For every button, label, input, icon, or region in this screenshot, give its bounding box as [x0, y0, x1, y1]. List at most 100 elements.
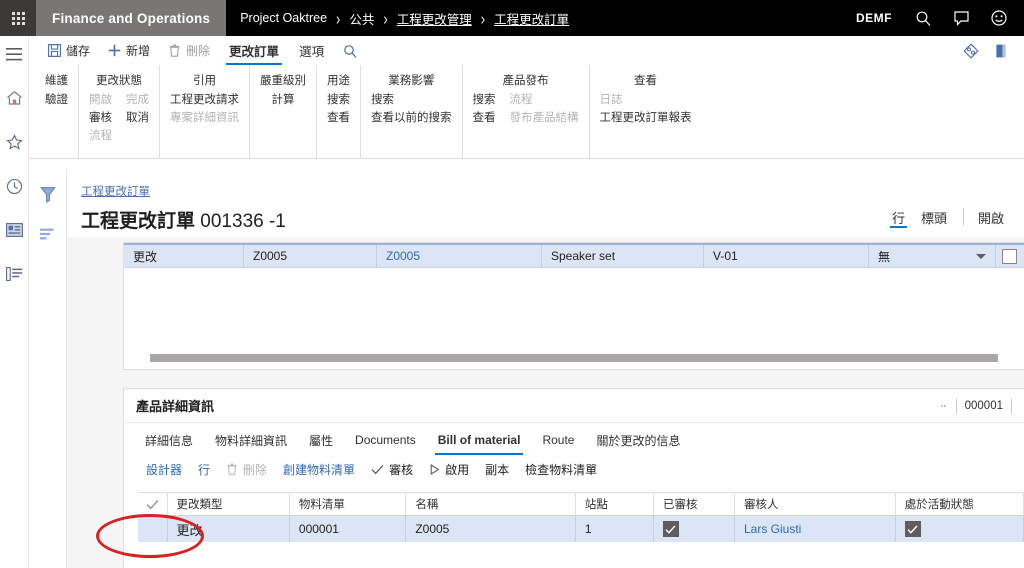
- action-approve[interactable]: 審核: [89, 111, 112, 126]
- row-checkbox-cell[interactable]: [996, 245, 1022, 267]
- modules-list-icon[interactable]: [0, 256, 29, 292]
- action-usage-search[interactable]: 搜索: [327, 93, 350, 108]
- active-checkbox[interactable]: [904, 521, 921, 537]
- select-all-checkbox[interactable]: [138, 493, 168, 515]
- record-nav-dash[interactable]: ··: [930, 400, 956, 412]
- action-usage-view[interactable]: 查看: [327, 111, 350, 126]
- action-impact-search[interactable]: 搜索: [371, 93, 452, 108]
- column-header-bom[interactable]: 物料清單: [290, 493, 407, 515]
- column-header-site[interactable]: 站點: [576, 493, 654, 515]
- action-release-workflow[interactable]: 流程: [510, 93, 579, 108]
- tab-bill-of-material[interactable]: Bill of material: [427, 425, 532, 455]
- action-pane-search-icon[interactable]: [334, 36, 366, 65]
- attachment-icon[interactable]: [988, 38, 1014, 64]
- cell-change-type[interactable]: 更改: [168, 516, 290, 542]
- search-icon[interactable]: [904, 0, 942, 36]
- filter-funnel-icon[interactable]: [35, 182, 61, 206]
- tab-change-order[interactable]: 更改訂單: [219, 36, 289, 65]
- action-release-search[interactable]: 搜索: [473, 93, 496, 108]
- page-breadcrumb-link[interactable]: 工程更改訂單: [81, 183, 150, 199]
- app-launcher-icon[interactable]: [0, 0, 36, 36]
- personalize-icon[interactable]: [958, 38, 984, 64]
- product-details-header: 產品詳細資訊 ·· 000001: [124, 389, 1024, 423]
- action-complete[interactable]: 完成: [126, 93, 149, 108]
- column-header-change-type[interactable]: 更改類型: [168, 493, 290, 515]
- cell-active[interactable]: [896, 516, 1024, 542]
- chevron-down-icon[interactable]: [976, 253, 986, 259]
- recent-clock-icon[interactable]: [0, 168, 29, 204]
- column-header-approved[interactable]: 已審核: [654, 493, 735, 515]
- new-button[interactable]: 新增: [99, 36, 159, 65]
- delete-button[interactable]: 刪除: [159, 36, 219, 65]
- column-header-name[interactable]: 名稱: [406, 493, 576, 515]
- cell-name[interactable]: Z0005: [406, 516, 576, 542]
- breadcrumb-item-1[interactable]: 公共: [349, 9, 374, 28]
- app-title[interactable]: Finance and Operations: [36, 0, 227, 36]
- action-eco-report[interactable]: 工程更改訂單報表: [600, 111, 692, 126]
- help-icon[interactable]: [980, 0, 1018, 36]
- cell-approved[interactable]: [654, 516, 735, 542]
- action-release-product-structure[interactable]: 發布產品結構: [510, 111, 579, 126]
- table-row[interactable]: 更改 000001 Z0005 1 Lars Giusti: [138, 516, 1024, 542]
- delete-bom-button[interactable]: 刪除: [218, 461, 275, 478]
- horizontal-scrollbar[interactable]: [124, 354, 1024, 363]
- home-icon[interactable]: [0, 80, 29, 116]
- workspaces-icon[interactable]: [0, 212, 29, 248]
- check-bom-button[interactable]: 檢查物料清單: [517, 461, 605, 478]
- tab-change-info[interactable]: 關於更改的信息: [585, 425, 691, 455]
- scrollbar-thumb[interactable]: [150, 354, 998, 362]
- breadcrumb-item-2[interactable]: 工程更改管理: [397, 9, 472, 28]
- company-indicator[interactable]: DEMF: [844, 11, 904, 25]
- action-log[interactable]: 日誌: [600, 93, 692, 108]
- column-header-active[interactable]: 處於活動狀態: [896, 493, 1024, 515]
- save-button[interactable]: 儲存: [39, 36, 99, 65]
- approve-bom-label: 審核: [389, 462, 414, 477]
- approve-bom-button[interactable]: 審核: [363, 461, 421, 478]
- tab-route[interactable]: Route: [531, 425, 585, 455]
- activate-bom-button[interactable]: 啟用: [421, 461, 477, 478]
- cell-version[interactable]: V-01: [704, 245, 869, 267]
- create-bom-button[interactable]: 創建物料清單: [275, 461, 363, 478]
- action-release-view[interactable]: 查看: [473, 111, 496, 126]
- designer-button[interactable]: 設計器: [138, 461, 190, 478]
- action-validate[interactable]: 驗證: [45, 93, 68, 108]
- feedback-icon[interactable]: [942, 0, 980, 36]
- cell-approved-by[interactable]: Lars Giusti: [735, 516, 896, 542]
- action-engineering-change-request[interactable]: 工程更改請求: [170, 93, 239, 108]
- tab-documents[interactable]: Documents: [344, 425, 427, 455]
- row-checkbox[interactable]: [1001, 248, 1017, 264]
- view-tab-header[interactable]: 標頭: [913, 206, 955, 228]
- cell-col2[interactable]: Z0005: [244, 245, 377, 267]
- breadcrumb-item-0[interactable]: Project Oaktree: [240, 11, 327, 25]
- scrollbar-track[interactable]: [150, 354, 998, 362]
- tab-material-details[interactable]: 物料詳細資訊: [204, 425, 298, 455]
- action-project-details[interactable]: 專案詳細資訊: [170, 111, 239, 126]
- hamburger-menu-icon[interactable]: [0, 36, 29, 72]
- view-options-icon[interactable]: [35, 222, 61, 246]
- cell-bom[interactable]: 000001: [290, 516, 407, 542]
- cell-name[interactable]: Speaker set: [542, 245, 704, 267]
- action-open[interactable]: 開啟: [89, 93, 112, 108]
- action-pane-right-icons: [958, 38, 1024, 64]
- table-row[interactable]: 更改 Z0005 Z0005 Speaker set V-01 無: [124, 243, 1024, 268]
- breadcrumb-item-3[interactable]: 工程更改訂單: [494, 9, 569, 28]
- cell-change-type[interactable]: 更改: [124, 245, 244, 267]
- copy-bom-button[interactable]: 副本: [477, 461, 517, 478]
- action-calculate[interactable]: 計算: [272, 93, 295, 108]
- tab-options[interactable]: 選項: [289, 36, 334, 65]
- column-header-approved-by[interactable]: 審核人: [735, 493, 896, 515]
- tab-details[interactable]: 詳細信息: [134, 425, 204, 455]
- action-workflow[interactable]: 流程: [89, 129, 112, 144]
- cell-col3[interactable]: Z0005: [377, 245, 542, 267]
- approved-checkbox[interactable]: [662, 521, 679, 537]
- favorites-star-icon[interactable]: [0, 124, 29, 160]
- tab-attributes[interactable]: 屬性: [298, 425, 344, 455]
- action-cancel[interactable]: 取消: [126, 111, 149, 126]
- view-tab-lines[interactable]: 行: [884, 206, 913, 228]
- open-button[interactable]: 開啟: [972, 208, 1010, 227]
- cell-site[interactable]: 1: [576, 516, 654, 542]
- cell-status[interactable]: 無: [869, 245, 996, 267]
- row-select-cell[interactable]: [138, 516, 168, 542]
- lines-button[interactable]: 行: [190, 461, 218, 478]
- action-impact-view-previous[interactable]: 查看以前的搜索: [371, 111, 452, 126]
